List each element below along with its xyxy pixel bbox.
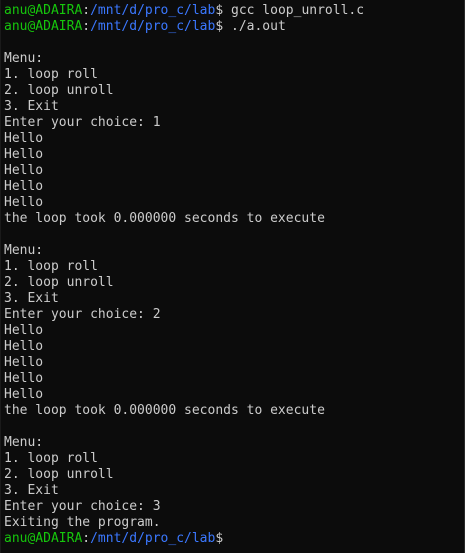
output-line: 1. loop roll — [4, 67, 98, 82]
output-line: Menu: — [4, 243, 44, 258]
output-line: 3. Exit — [4, 483, 59, 498]
window-border-left — [0, 0, 1, 553]
output-line: 1. loop roll — [4, 259, 98, 274]
output-line: Hello — [4, 179, 44, 194]
output-line: Hello — [4, 163, 44, 178]
output-line: Enter your choice: 3 — [4, 499, 161, 514]
output-line: Menu: — [4, 435, 44, 450]
output-line: 1. loop roll — [4, 451, 98, 466]
output-line: Exiting the program. — [4, 515, 161, 530]
output-line: Hello — [4, 195, 44, 210]
prompt-symbol: $ — [215, 3, 224, 18]
output-line: Hello — [4, 147, 44, 162]
prompt-line: anu@ADAIRA:/mnt/d/pro_c/lab$ — [4, 531, 463, 547]
output-line: 3. Exit — [4, 99, 59, 114]
output-line: 2. loop unroll — [4, 83, 114, 98]
prompt-line: anu@ADAIRA:/mnt/d/pro_c/lab$ gcc loop_un… — [4, 3, 463, 19]
output-line: Enter your choice: 1 — [4, 115, 161, 130]
prompt-user-host: anu@ADAIRA — [4, 19, 83, 34]
output-line: the loop took 0.000000 seconds to execut… — [4, 211, 325, 226]
prompt-user-host: anu@ADAIRA — [4, 531, 83, 546]
output-line: Hello — [4, 387, 44, 402]
output-line: Hello — [4, 131, 44, 146]
output-line: Hello — [4, 323, 44, 338]
prompt-separator: : — [82, 3, 91, 18]
command-text: gcc loop_unroll.c — [223, 3, 365, 18]
prompt-symbol: $ — [215, 19, 224, 34]
output-line: the loop took 0.000000 seconds to execut… — [4, 403, 325, 418]
output-line: Hello — [4, 339, 44, 354]
output-line: 2. loop unroll — [4, 467, 114, 482]
prompt-path: /mnt/d/pro_c/lab — [90, 19, 216, 34]
prompt-symbol: $ — [215, 531, 224, 546]
prompt-path: /mnt/d/pro_c/lab — [90, 531, 216, 546]
command-text: ./a.out — [223, 19, 286, 34]
prompt-line: anu@ADAIRA:/mnt/d/pro_c/lab$ ./a.out — [4, 19, 463, 35]
output-line: 3. Exit — [4, 291, 59, 306]
prompt-separator: : — [82, 19, 91, 34]
terminal-output[interactable]: anu@ADAIRA:/mnt/d/pro_c/lab$ gcc loop_un… — [4, 3, 463, 551]
prompt-separator: : — [82, 531, 91, 546]
output-line: Enter your choice: 2 — [4, 307, 161, 322]
prompt-path: /mnt/d/pro_c/lab — [90, 3, 216, 18]
output-line: Hello — [4, 371, 44, 386]
output-line: Hello — [4, 355, 44, 370]
prompt-user-host: anu@ADAIRA — [4, 3, 83, 18]
output-line: Menu: — [4, 51, 44, 66]
output-line: 2. loop unroll — [4, 275, 114, 290]
